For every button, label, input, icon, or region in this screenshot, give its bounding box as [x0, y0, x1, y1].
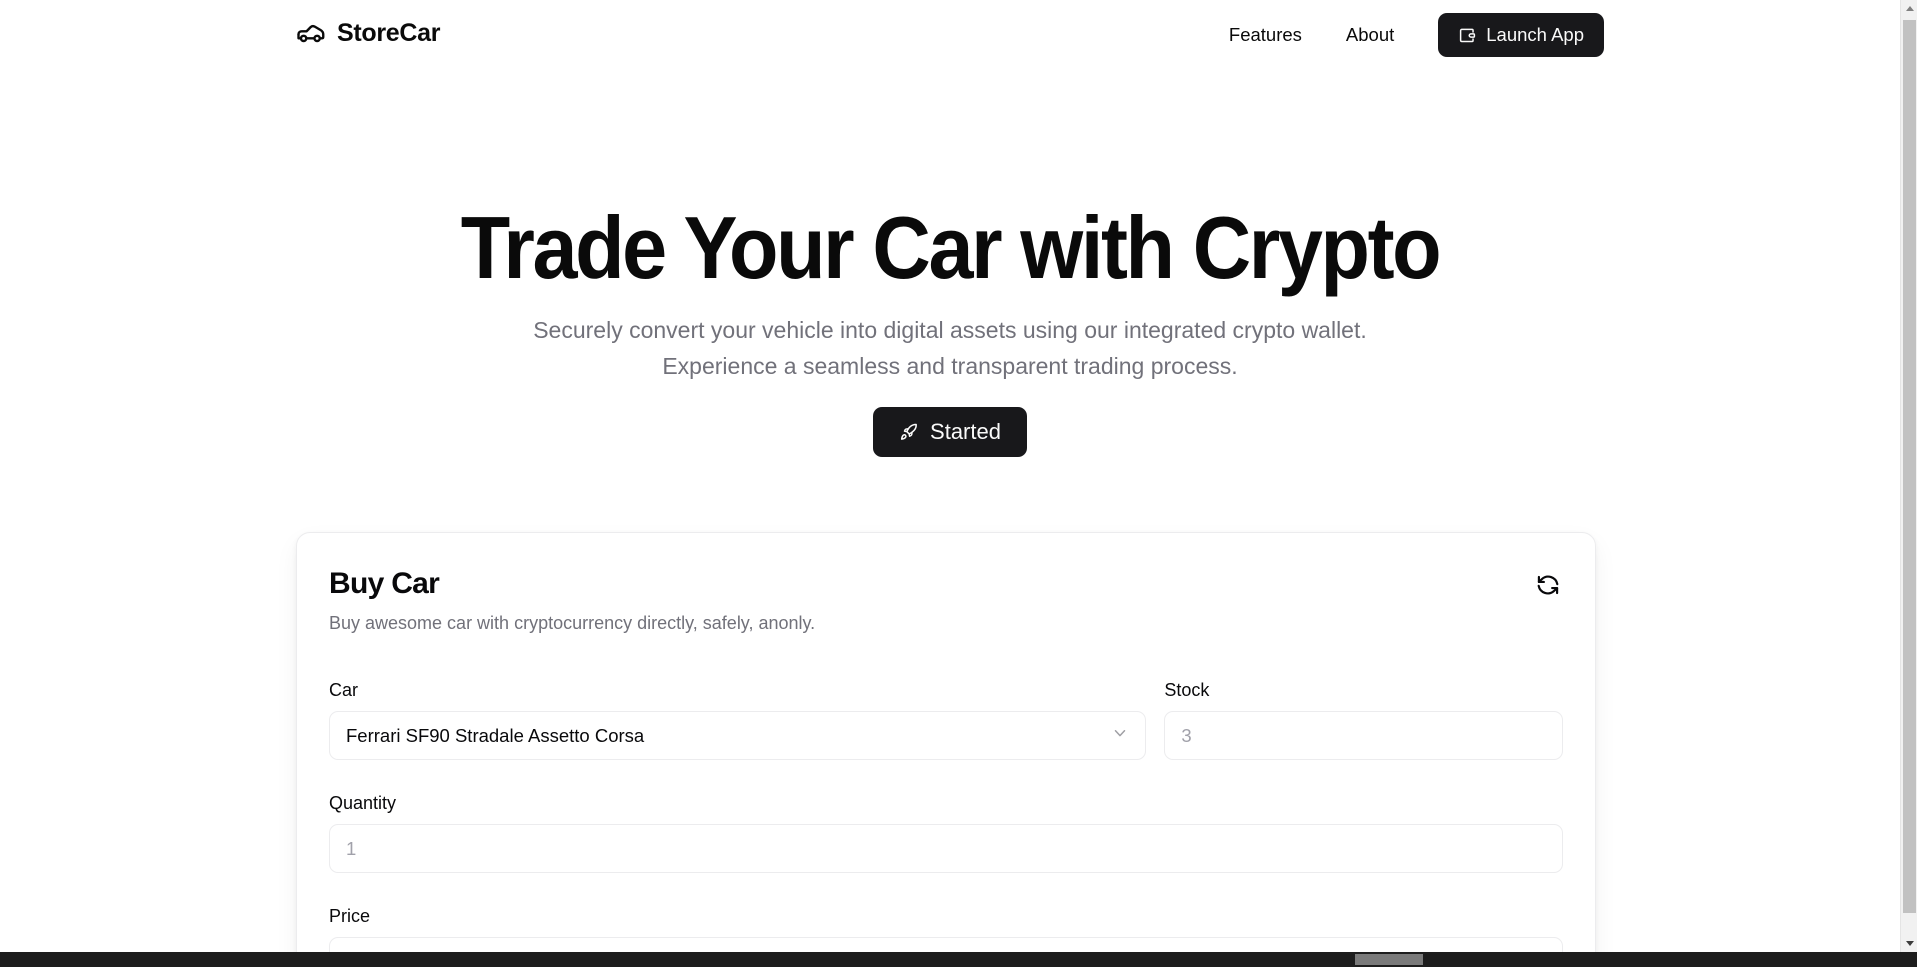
launch-app-button[interactable]: Launch App: [1438, 13, 1604, 57]
car-stock-row: Car Ferrari SF90 Stradale Assetto Corsa: [329, 679, 1563, 792]
quantity-label: Quantity: [329, 793, 397, 813]
price-input[interactable]: [329, 937, 1563, 952]
scroll-down-arrow[interactable]: [1901, 935, 1917, 952]
car-icon: [296, 18, 326, 48]
hero-title: Trade Your Car with Crypto: [460, 198, 1442, 297]
nav-link-features[interactable]: Features: [1207, 13, 1324, 57]
vertical-scrollbar-thumb[interactable]: [1903, 20, 1916, 913]
refresh-button[interactable]: [1533, 570, 1563, 600]
buy-car-form: Car Ferrari SF90 Stradale Assetto Corsa: [329, 679, 1563, 952]
price-field: Price: [329, 905, 1563, 952]
chevron-down-icon: [1111, 724, 1129, 747]
car-select-value: Ferrari SF90 Stradale Assetto Corsa: [346, 725, 645, 746]
buy-car-header-text: Buy Car Buy awesome car with cryptocurre…: [329, 566, 815, 635]
hero-cta-wrapper: Started: [0, 407, 1900, 457]
buy-car-card-header: Buy Car Buy awesome car with cryptocurre…: [329, 566, 1563, 635]
refresh-icon: [1535, 572, 1561, 598]
nav-link-about[interactable]: About: [1324, 13, 1416, 57]
hero-section: Trade Your Car with Crypto Securely conv…: [0, 200, 1900, 457]
price-label: Price: [329, 906, 371, 926]
car-select[interactable]: Ferrari SF90 Stradale Assetto Corsa: [329, 711, 1147, 760]
page-content: StoreCar Features About Launch App Trade…: [0, 0, 1900, 952]
triangle-down-icon: [1905, 941, 1914, 946]
car-select-wrapper: Ferrari SF90 Stradale Assetto Corsa: [329, 711, 1147, 760]
browser-viewport: StoreCar Features About Launch App Trade…: [0, 0, 1917, 967]
hero-subtitle: Securely convert your vehicle into digit…: [533, 317, 1367, 379]
buy-car-description: Buy awesome car with cryptocurrency dire…: [329, 613, 816, 633]
stock-label: Stock: [1164, 680, 1210, 700]
buy-car-card: Buy Car Buy awesome car with cryptocurre…: [296, 532, 1596, 952]
stock-field: Stock: [1164, 679, 1563, 760]
brand-name: StoreCar: [337, 19, 441, 47]
get-started-button[interactable]: Started: [873, 407, 1027, 457]
top-navbar: StoreCar Features About Launch App: [0, 0, 1900, 72]
get-started-label: Started: [930, 419, 1001, 444]
launch-app-label: Launch App: [1486, 24, 1584, 45]
triangle-up-icon: [1905, 6, 1914, 11]
brand-logo[interactable]: StoreCar: [296, 18, 441, 48]
stock-input[interactable]: [1164, 711, 1563, 760]
scroll-up-arrow[interactable]: [1901, 0, 1917, 17]
wallet-icon: [1458, 26, 1477, 45]
car-field: Car Ferrari SF90 Stradale Assetto Corsa: [329, 679, 1147, 760]
rocket-icon: [899, 422, 919, 442]
vertical-scrollbar[interactable]: [1900, 0, 1917, 952]
buy-car-title: Buy Car: [329, 567, 440, 600]
horizontal-scrollbar[interactable]: [0, 952, 1917, 967]
quantity-input[interactable]: [329, 824, 1563, 873]
car-label: Car: [329, 680, 359, 700]
horizontal-scrollbar-thumb[interactable]: [1355, 954, 1423, 965]
nav-links-group: Features About Launch App: [1207, 13, 1604, 57]
quantity-field: Quantity: [329, 792, 1563, 873]
